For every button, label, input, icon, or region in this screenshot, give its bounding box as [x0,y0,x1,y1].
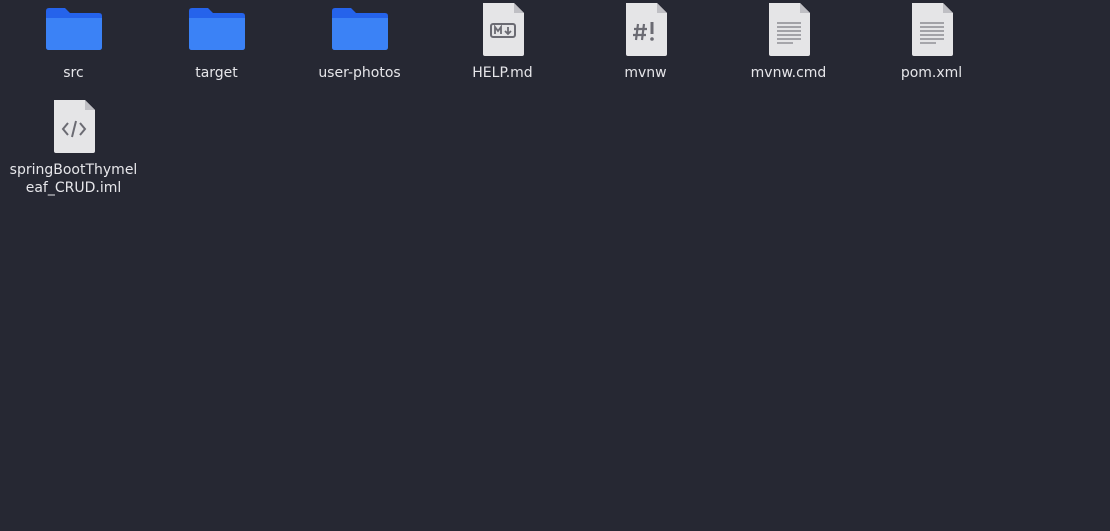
file-item-pom-xml[interactable]: pom.xml [860,0,1003,97]
file-name: HELP.md [472,65,533,81]
file-item-user-photos[interactable]: user-photos [288,0,431,97]
script-file-icon [615,2,677,56]
file-item-mvnw[interactable]: mvnw [574,0,717,97]
folder-icon [329,2,391,56]
file-name: springBootThymeleaf_CRUD.iml [9,162,138,196]
file-item-target[interactable]: target [145,0,288,97]
file-name: mvnw [624,65,667,81]
file-grid: src target user-photos HELP.md mvnw mvnw… [2,0,1106,531]
file-name: mvnw.cmd [750,65,827,81]
code-file-icon [43,99,105,153]
text-file-icon [901,2,963,56]
file-name: user-photos [318,65,401,81]
file-item-springboot-iml[interactable]: springBootThymeleaf_CRUD.iml [2,97,145,196]
file-name: target [195,65,238,81]
file-item-src[interactable]: src [2,0,145,97]
markdown-file-icon [472,2,534,56]
file-item-mvnw-cmd[interactable]: mvnw.cmd [717,0,860,97]
file-manager-view: src target user-photos HELP.md mvnw mvnw… [0,0,1110,531]
file-item-help-md[interactable]: HELP.md [431,0,574,97]
file-name: src [63,65,84,81]
text-file-icon [758,2,820,56]
folder-icon [186,2,248,56]
file-name: pom.xml [900,65,963,81]
folder-icon [43,2,105,56]
